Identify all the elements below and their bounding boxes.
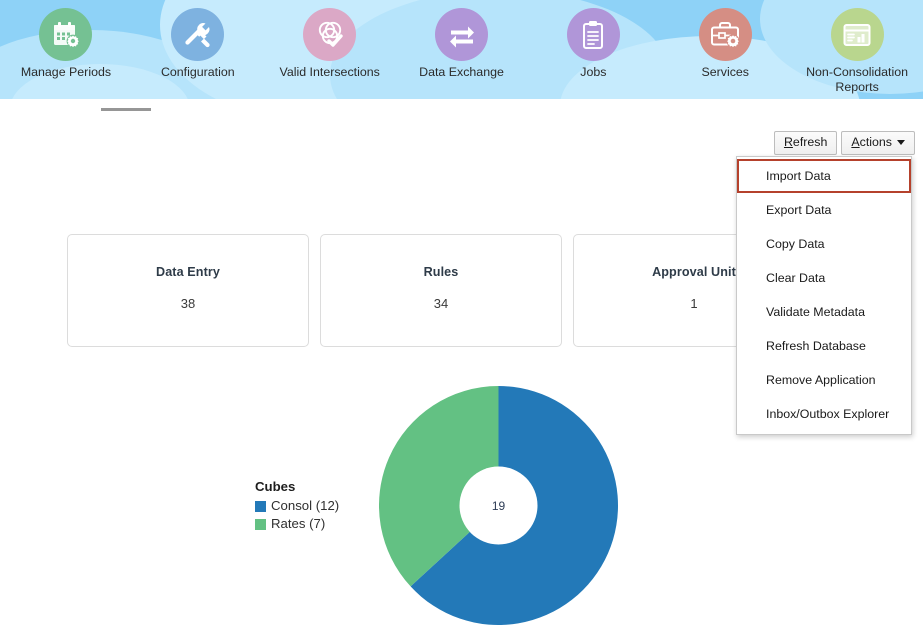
metric-cards-row: Data Entry 38 Rules 34 Approval Unit 1 (67, 234, 815, 347)
toolbar: Refresh Actions (773, 131, 915, 155)
metric-card-title: Rules (423, 265, 459, 279)
nav-item-services[interactable]: Services (659, 0, 791, 99)
chart-legend: Cubes Consol (12) Rates (7) (255, 479, 375, 533)
nav-item-non-consolidation-reports[interactable]: Non-Consolidation Reports (791, 0, 923, 99)
menu-item-label: Clear Data (766, 271, 826, 285)
nav-item-data-exchange[interactable]: Data Exchange (396, 0, 528, 99)
menu-item-validate-metadata[interactable]: Validate Metadata (737, 295, 911, 329)
donut-hole (459, 466, 538, 545)
legend-item-consol[interactable]: Consol (12) (255, 497, 375, 515)
menu-item-label: Import Data (766, 169, 831, 183)
metric-card-value: 34 (433, 296, 449, 311)
menu-item-inbox-outbox-explorer[interactable]: Inbox/Outbox Explorer (737, 397, 911, 431)
menu-item-label: Export Data (766, 203, 832, 217)
menu-item-refresh-database[interactable]: Refresh Database (737, 329, 911, 363)
nav-item-configuration[interactable]: Configuration (132, 0, 264, 99)
legend-swatch-icon (255, 500, 266, 512)
legend-item-rates[interactable]: Rates (7) (255, 515, 375, 533)
primary-navigation: Manage Periods Configuration Valid Inter… (0, 0, 923, 99)
actions-label-rest: ctions (859, 135, 892, 149)
refresh-accesskey: R (783, 135, 793, 149)
donut-svg (379, 386, 618, 625)
nav-item-label: Valid Intersections (279, 65, 380, 79)
actions-accesskey: A (851, 135, 860, 149)
metric-card-title: Data Entry (156, 265, 220, 279)
menu-item-copy-data[interactable]: Copy Data (737, 227, 911, 261)
nav-item-jobs[interactable]: Jobs (527, 0, 659, 99)
nav-item-label: Services (701, 65, 749, 79)
metric-card-value: 38 (180, 296, 196, 311)
menu-item-remove-application[interactable]: Remove Application (737, 363, 911, 397)
menu-item-label: Inbox/Outbox Explorer (766, 407, 890, 421)
menu-item-import-data[interactable]: Import Data (737, 159, 911, 193)
menu-item-export-data[interactable]: Export Data (737, 193, 911, 227)
clipboard-icon (566, 8, 620, 61)
briefcase-gear-icon (698, 8, 752, 61)
nav-item-label: Configuration (160, 65, 235, 79)
nav-item-label: Manage Periods (20, 65, 112, 79)
menu-item-clear-data[interactable]: Clear Data (737, 261, 911, 295)
refresh-button[interactable]: Refresh (773, 131, 838, 155)
app-header: Manage Periods Configuration Valid Inter… (0, 0, 923, 99)
actions-button[interactable]: Actions (841, 131, 915, 155)
report-chart-icon (830, 8, 884, 61)
legend-item-label: Rates (7) (271, 516, 326, 531)
menu-item-label: Refresh Database (766, 339, 866, 353)
menu-item-label: Copy Data (766, 237, 825, 251)
nav-item-manage-periods[interactable]: Manage Periods (0, 0, 132, 99)
calendar-gear-icon (39, 8, 93, 61)
menu-item-label: Validate Metadata (766, 305, 865, 319)
nav-item-label: Non-Consolidation Reports (806, 65, 909, 94)
actions-dropdown-menu: Import Data Export Data Copy Data Clear … (736, 156, 912, 435)
tab-indicator (101, 108, 151, 111)
venn-check-icon (303, 8, 357, 61)
nav-item-label: Data Exchange (419, 65, 504, 79)
menu-item-label: Remove Application (766, 373, 876, 387)
chevron-down-icon (897, 140, 905, 145)
wrench-hammer-icon (171, 8, 225, 61)
metric-card-rules[interactable]: Rules 34 (320, 234, 562, 347)
legend-swatch-icon (255, 518, 266, 530)
exchange-arrows-icon (435, 8, 488, 61)
nav-item-label: Jobs (580, 65, 607, 79)
nav-item-valid-intersections[interactable]: Valid Intersections (264, 0, 396, 99)
legend-item-label: Consol (12) (271, 498, 340, 513)
metric-card-data-entry[interactable]: Data Entry 38 (67, 234, 309, 347)
legend-title: Cubes (255, 479, 296, 494)
metric-card-value: 1 (690, 296, 698, 311)
refresh-label-rest: efresh (792, 135, 828, 149)
metric-card-title: Approval Unit (652, 265, 736, 279)
